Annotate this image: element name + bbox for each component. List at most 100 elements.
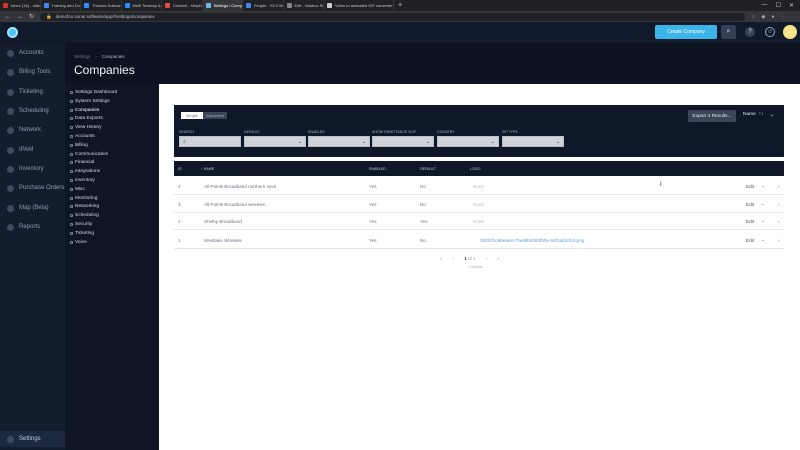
minimize-icon[interactable]: — xyxy=(762,2,768,9)
browser-tab[interactable]: Edit - Nimbus Screenshot× xyxy=(284,0,324,11)
chevron-right-icon[interactable]: › xyxy=(778,219,780,224)
edit-button[interactable]: Edit xyxy=(746,238,754,243)
forward-icon[interactable]: → xyxy=(17,14,23,20)
close-window-icon[interactable]: ✕ xyxy=(789,2,794,9)
settings-menu-item[interactable]: Monitoring xyxy=(70,194,156,202)
nav-item-purchase-orders[interactable]: Purchase Orders xyxy=(0,180,65,196)
browser-tab[interactable]: Video to animated GIF converter× xyxy=(324,0,394,11)
browser-tab[interactable]: Content - HelpDocs× xyxy=(162,0,203,11)
url-field[interactable]: 🔒 demofoo.sonar.software/app#/settings/c… xyxy=(40,12,746,21)
filter-select[interactable]: ⌄ xyxy=(502,136,564,147)
chevron-right-icon[interactable]: › xyxy=(778,238,780,243)
cell-name[interactable]: Westlake Wireless xyxy=(204,238,242,243)
nav-item-accounts[interactable]: Accounts xyxy=(0,45,65,61)
settings-menu-item[interactable]: Ticketing xyxy=(70,229,156,237)
settings-menu-label: Scheduling xyxy=(75,213,99,219)
settings-menu-item[interactable]: Scheduling xyxy=(70,212,156,220)
cell-name[interactable]: Shelby Broadband xyxy=(204,219,242,224)
chevron-down-icon[interactable]: ⌄ xyxy=(761,201,765,207)
nav-item-reports[interactable]: Reports xyxy=(0,219,65,235)
cell-logo-link[interactable]: 353f4f1c90eae8-73ed8b0083f90e-8df1ab2cfc… xyxy=(480,238,584,243)
chevron-down-icon[interactable]: ⌄ xyxy=(770,112,774,118)
page-count: of 1 xyxy=(467,256,476,261)
nav-item-inventory[interactable]: Inventory xyxy=(0,161,65,177)
create-company-button[interactable]: Create Company xyxy=(655,25,717,39)
settings-menu-item[interactable]: Inventory xyxy=(70,177,156,185)
tab-title: Thomas Sullivan Crawford's Zo xyxy=(92,3,122,8)
filter-select[interactable]: ⌄ xyxy=(308,136,370,147)
nav-item-network[interactable]: Network xyxy=(0,122,65,138)
url-text: demofoo.sonar.software/app#/settings/com… xyxy=(55,14,155,19)
column-header[interactable]: ENABLED xyxy=(369,167,386,171)
nav-item-ipam[interactable]: IPAM xyxy=(0,142,65,158)
menu-icon[interactable]: ⋮ xyxy=(780,14,785,20)
settings-menu-item[interactable]: Settings Dashboard xyxy=(70,89,156,97)
extension-icon[interactable]: ◆ xyxy=(762,14,766,20)
edit-button[interactable]: Edit xyxy=(746,219,754,224)
chevron-down-icon[interactable]: ⌄ xyxy=(761,183,765,189)
search-icon[interactable]: ⌕ xyxy=(721,25,736,39)
profile-icon[interactable]: ● xyxy=(771,14,774,20)
search-input[interactable]: ⌕ xyxy=(179,136,241,147)
edit-button[interactable]: Edit xyxy=(746,202,754,207)
nav-item-scheduling[interactable]: Scheduling xyxy=(0,103,65,119)
nav-item-ticketing[interactable]: Ticketing xyxy=(0,84,65,100)
maximize-icon[interactable]: ☐ xyxy=(776,2,781,9)
star-icon[interactable]: ☆ xyxy=(751,14,755,20)
settings-menu-item[interactable]: Misc xyxy=(70,185,156,193)
cell-enabled: Yes xyxy=(369,184,377,189)
column-header[interactable]: DEFAULT xyxy=(420,167,436,171)
nav-item-billing-tools[interactable]: Billing Tools xyxy=(0,64,65,80)
browser-tab[interactable]: Training and Documentation To× xyxy=(41,0,81,11)
filter-select[interactable]: ⌄ xyxy=(372,136,434,147)
settings-menu-item[interactable]: Accounts xyxy=(70,133,156,141)
nav-item-settings[interactable]: Settings xyxy=(0,431,65,447)
browser-tab[interactable]: People · SCII Webclient× xyxy=(243,0,284,11)
browser-tab[interactable]: Thomas Sullivan Crawford's Zo× xyxy=(81,0,122,11)
last-page-button[interactable]: » xyxy=(497,256,500,261)
reload-icon[interactable]: ↻ xyxy=(29,13,34,20)
nav-item-map-beta-[interactable]: Map (Beta) xyxy=(0,200,65,216)
breadcrumb-settings[interactable]: Settings xyxy=(74,54,90,59)
settings-menu-item[interactable]: Financial xyxy=(70,159,156,167)
settings-menu-item[interactable]: Security xyxy=(70,221,156,229)
settings-menu-item[interactable]: System Settings xyxy=(70,97,156,105)
sort-selector[interactable]: Name ↑↓ xyxy=(743,112,764,117)
export-button[interactable]: Export 4 Results... xyxy=(688,110,736,122)
column-header[interactable]: ↑ NAME xyxy=(201,167,214,171)
next-page-button[interactable]: › xyxy=(486,256,488,261)
chevron-down-icon[interactable]: ⌄ xyxy=(761,237,765,243)
help-icon[interactable]: ? xyxy=(745,27,755,37)
settings-menu-item[interactable]: Networking xyxy=(70,203,156,211)
chevron-down-icon[interactable]: ⌄ xyxy=(761,218,765,224)
avatar[interactable] xyxy=(783,25,797,39)
settings-menu-item[interactable]: Voice xyxy=(70,238,156,246)
settings-menu-item[interactable]: Data Exports xyxy=(70,115,156,123)
settings-menu-item[interactable]: View History xyxy=(70,124,156,132)
new-tab-button[interactable]: + xyxy=(394,2,402,9)
filter-select[interactable]: ⌄ xyxy=(437,136,499,147)
settings-menu-item[interactable]: Integrations xyxy=(70,168,156,176)
first-page-button[interactable]: « xyxy=(440,256,443,261)
chevron-right-icon[interactable]: › xyxy=(778,202,780,207)
settings-menu-item[interactable]: Billing xyxy=(70,141,156,149)
simple-toggle[interactable]: Simple xyxy=(181,112,203,119)
settings-menu-item[interactable]: Companies xyxy=(70,106,156,114)
sort-direction-icon[interactable]: ↑↓ xyxy=(759,112,764,117)
browser-tab[interactable]: Inbox (16) - mitchell@sonar.soft× xyxy=(0,0,41,11)
history-icon[interactable]: ↺ xyxy=(765,27,775,37)
app-logo[interactable] xyxy=(7,27,18,38)
chevron-right-icon[interactable]: › xyxy=(778,184,780,189)
cell-name[interactable]: All Points Broadband wireless xyxy=(204,202,265,207)
prev-page-button[interactable]: ‹ xyxy=(453,256,455,261)
browser-tab[interactable]: Multi Tenancy & How it Works in× xyxy=(122,0,162,11)
edit-button[interactable]: Edit xyxy=(746,184,754,189)
filter-select[interactable]: ⌄ xyxy=(244,136,306,147)
cell-enabled: Yes xyxy=(369,238,377,243)
browser-tab[interactable]: Settings / Companies× xyxy=(202,0,243,11)
advanced-toggle[interactable]: Advanced xyxy=(203,112,227,119)
cell-name[interactable]: All Points Broadband northern neck xyxy=(204,184,276,189)
nav-item-label: Map (Beta) xyxy=(19,205,49,211)
back-icon[interactable]: ← xyxy=(5,14,11,20)
settings-menu-item[interactable]: Communication xyxy=(70,150,156,158)
